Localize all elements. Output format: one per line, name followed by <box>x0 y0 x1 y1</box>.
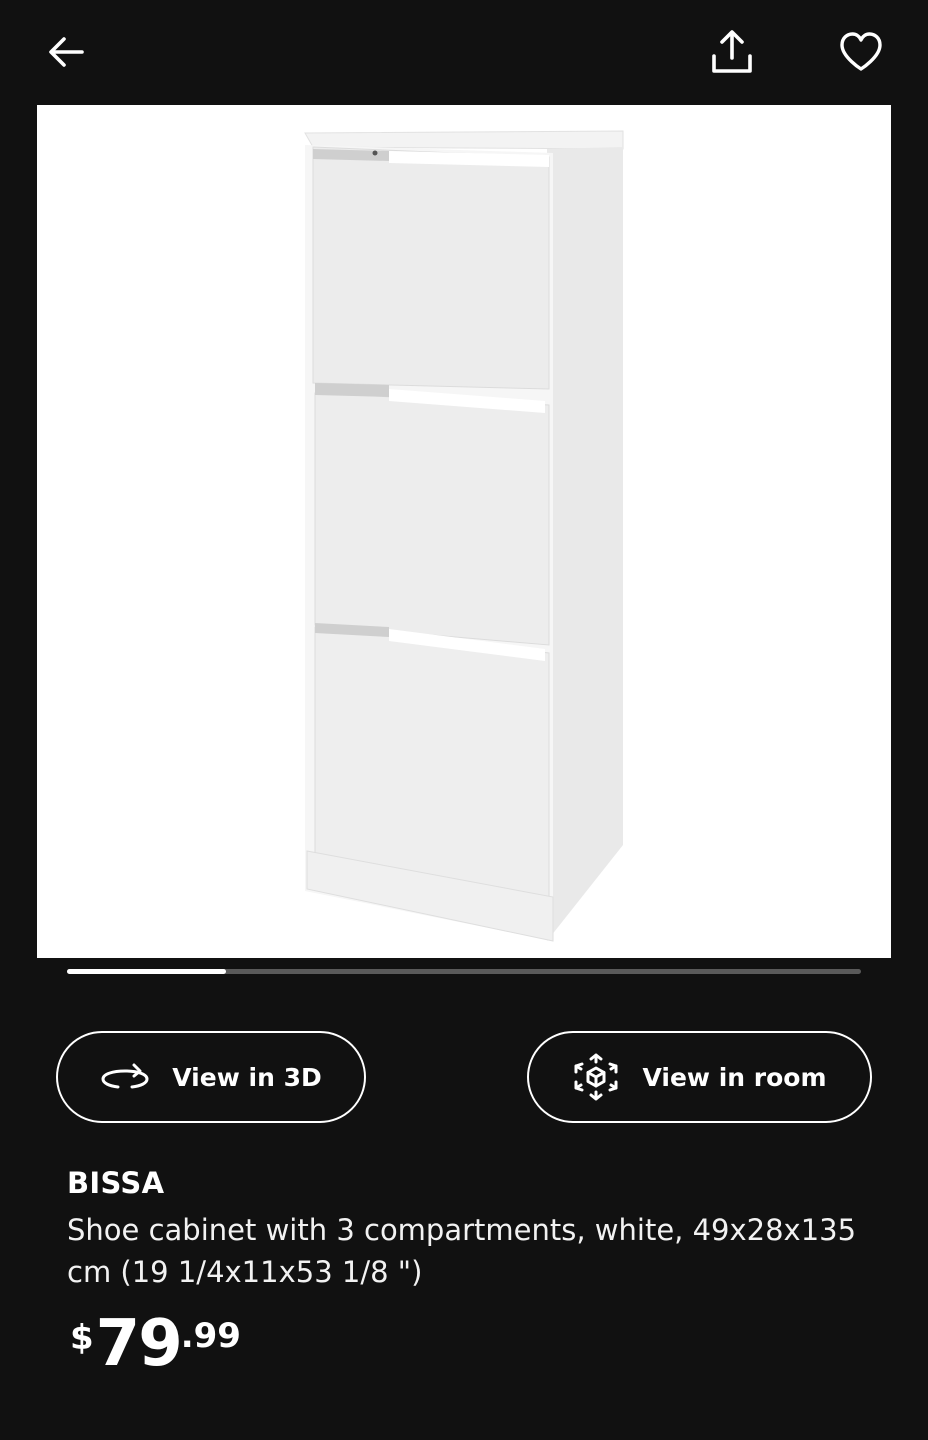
back-button[interactable] <box>34 20 98 84</box>
gallery-progress-fill <box>67 969 226 974</box>
arrow-left-icon <box>49 37 84 67</box>
view-in-3d-button[interactable]: View in 3D <box>56 1031 366 1123</box>
view-in-room-button[interactable]: View in room <box>527 1031 872 1123</box>
product-name: BISSA <box>67 1166 165 1200</box>
view-in-3d-label: View in 3D <box>172 1062 322 1092</box>
heart-outline-icon <box>840 32 882 71</box>
price-decimal: .99 <box>180 1316 241 1356</box>
share-upload-icon <box>712 30 752 73</box>
product-description: Shoe cabinet with 3 compartments, white,… <box>67 1213 857 1289</box>
price-currency: $ <box>70 1318 94 1358</box>
view-in-room-label: View in room <box>642 1062 827 1092</box>
share-button[interactable] <box>700 20 764 84</box>
favorite-button[interactable] <box>829 20 893 84</box>
rotate-3d-icon <box>101 1063 149 1089</box>
price-integer: 79 <box>95 1307 183 1381</box>
gallery-progress-bar <box>67 969 861 974</box>
ar-cube-icon <box>574 1053 618 1101</box>
product-image[interactable] <box>37 105 891 958</box>
shoe-cabinet-illustration <box>304 130 624 942</box>
top-bar <box>0 0 928 104</box>
product-price: $ 79 .99 <box>70 1300 241 1388</box>
